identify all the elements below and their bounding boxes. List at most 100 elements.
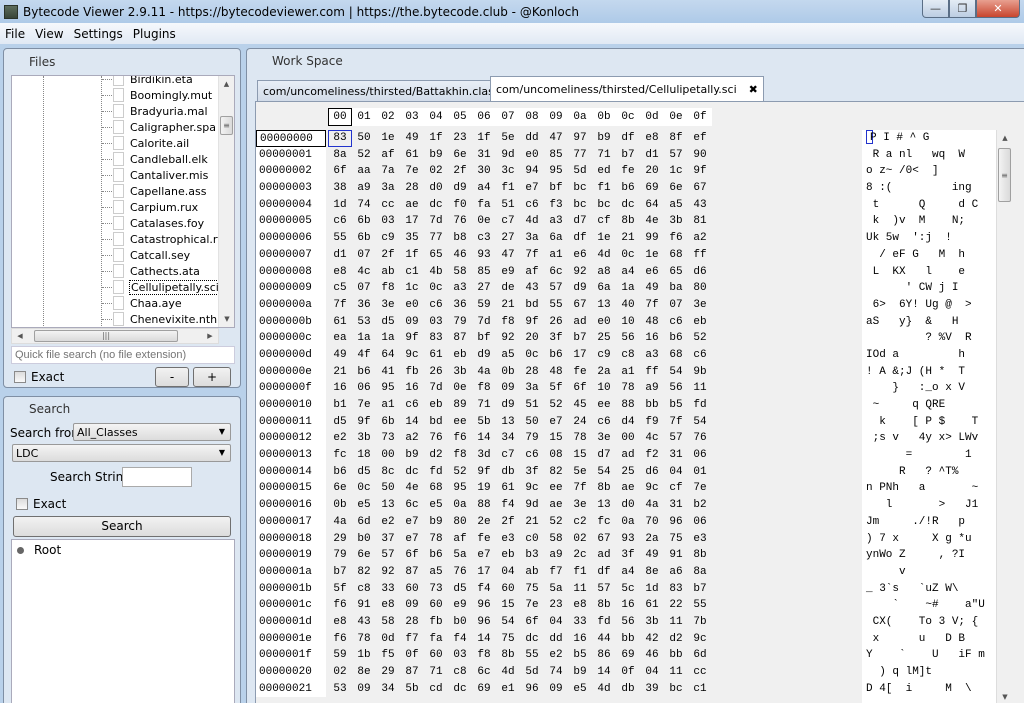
hex-byte[interactable]: e2 [328,430,352,447]
hex-byte[interactable]: 1a [616,280,640,297]
ascii-row[interactable]: = 1 [862,447,996,464]
hex-byte[interactable]: 0e [448,380,472,397]
hex-byte[interactable]: fa [424,631,448,648]
hex-byte[interactable]: 48 [544,364,568,381]
hex-byte[interactable]: 3e [568,497,592,514]
hex-byte[interactable]: ea [328,330,352,347]
hex-byte[interactable]: bb [616,631,640,648]
hex-byte[interactable]: 85 [544,147,568,164]
hex-byte[interactable]: 0b [496,364,520,381]
hex-byte[interactable]: 14 [400,414,424,431]
hex-byte[interactable]: b6 [544,347,568,364]
hex-byte[interactable]: e8 [376,597,400,614]
hex-byte[interactable]: 2e [472,514,496,531]
hex-byte[interactable]: 06 [688,447,712,464]
hex-byte[interactable]: 20 [520,330,544,347]
hex-byte[interactable]: 55 [520,647,544,664]
hex-byte[interactable]: d6 [688,264,712,281]
ascii-view[interactable]: P I # ^ G R a nl wq Wo z~ /0< ] 8 :( ing … [862,130,996,703]
hex-byte[interactable]: 28 [400,614,424,631]
menu-view[interactable]: View [30,27,68,41]
hex-byte[interactable]: 96 [520,681,544,698]
hex-byte[interactable]: 15 [496,597,520,614]
hex-byte[interactable]: e3 [496,531,520,548]
hex-byte[interactable]: 5f [328,581,352,598]
hex-byte[interactable]: 08 [544,447,568,464]
hex-byte[interactable]: 50 [376,480,400,497]
hex-byte[interactable]: 57 [664,147,688,164]
hex-byte[interactable]: bf [472,330,496,347]
hex-byte[interactable]: 9c [688,631,712,648]
hex-byte[interactable]: 82 [544,464,568,481]
hex-byte[interactable]: 13 [376,497,400,514]
hex-byte[interactable]: 02 [568,531,592,548]
hex-byte[interactable]: 90 [688,147,712,164]
hex-byte[interactable]: 14 [472,631,496,648]
hex-byte[interactable]: fa [472,197,496,214]
file-tree-item[interactable]: Cellulipetally.sci [12,279,221,295]
hex-byte[interactable]: af [448,531,472,548]
hex-byte[interactable]: 8b [688,547,712,564]
hex-byte[interactable]: f8 [376,280,400,297]
scrollbar-thumb[interactable]: ≡ [220,116,233,135]
hex-byte[interactable]: e1 [496,681,520,698]
hex-byte[interactable]: 14 [472,430,496,447]
hex-byte[interactable]: 1c [664,163,688,180]
ascii-row[interactable]: k [ P $ T [862,414,996,431]
hex-byte[interactable]: c2 [568,514,592,531]
hex-byte[interactable]: 89 [448,397,472,414]
hex-byte[interactable]: 71 [592,147,616,164]
hex-byte[interactable]: b7 [328,564,352,581]
hex-byte[interactable]: b8 [448,230,472,247]
hex-byte[interactable]: d9 [472,347,496,364]
hex-byte[interactable]: 80 [448,514,472,531]
hex-byte[interactable]: 71 [424,664,448,681]
hex-byte[interactable]: 0c [352,480,376,497]
hex-byte[interactable]: 68 [664,347,688,364]
hex-byte[interactable]: cf [592,213,616,230]
hex-byte[interactable]: 61 [424,347,448,364]
hex-byte[interactable]: e5 [352,497,376,514]
hex-byte[interactable]: e5 [568,681,592,698]
hex-byte[interactable]: 7f [568,480,592,497]
hex-vertical-scrollbar[interactable]: ▲ ≡ ▼ [996,130,1013,703]
hex-byte[interactable]: bc [664,681,688,698]
hex-byte[interactable]: eb [496,547,520,564]
hex-byte[interactable]: c1 [400,264,424,281]
hex-byte[interactable]: a5 [424,564,448,581]
search-exact-checkbox[interactable] [16,498,28,510]
hex-byte[interactable]: 3b [664,213,688,230]
ascii-row[interactable]: Jm ./!R p [862,514,996,531]
hex-byte[interactable]: fd [592,614,616,631]
hex-byte[interactable]: 7e [352,397,376,414]
hex-byte[interactable]: 1f [400,247,424,264]
hex-byte[interactable]: dc [400,464,424,481]
hex-byte[interactable]: b5 [664,397,688,414]
hex-byte[interactable]: bc [568,197,592,214]
ascii-row[interactable]: ) 7 x X g *u [862,531,996,548]
hex-byte[interactable]: 60 [400,581,424,598]
hex-byte[interactable]: 76 [424,430,448,447]
hex-byte[interactable]: d1 [640,147,664,164]
hex-byte[interactable]: 51 [520,397,544,414]
hex-byte[interactable]: f4 [496,497,520,514]
hex-byte[interactable]: 09 [400,314,424,331]
ascii-row[interactable]: o z~ /0< ] [862,163,996,180]
hex-byte[interactable]: 6b [352,230,376,247]
hex-byte[interactable]: 70 [640,514,664,531]
hex-byte[interactable]: 69 [472,681,496,698]
hex-byte[interactable]: 3b [448,364,472,381]
hex-byte[interactable]: 6e [448,147,472,164]
hex-byte[interactable]: fe [616,163,640,180]
hex-byte[interactable]: e0 [592,314,616,331]
hex-byte[interactable]: 6c [400,497,424,514]
hex-byte[interactable]: b9 [424,147,448,164]
hex-byte[interactable]: 10 [616,314,640,331]
hex-byte[interactable]: 99 [640,230,664,247]
hex-byte[interactable]: 3b [640,614,664,631]
hex-byte[interactable]: a2 [688,230,712,247]
hex-byte[interactable]: e2 [376,514,400,531]
hex-byte[interactable]: 46 [640,647,664,664]
hex-byte[interactable]: 17 [400,213,424,230]
hex-byte[interactable]: 5c [616,581,640,598]
